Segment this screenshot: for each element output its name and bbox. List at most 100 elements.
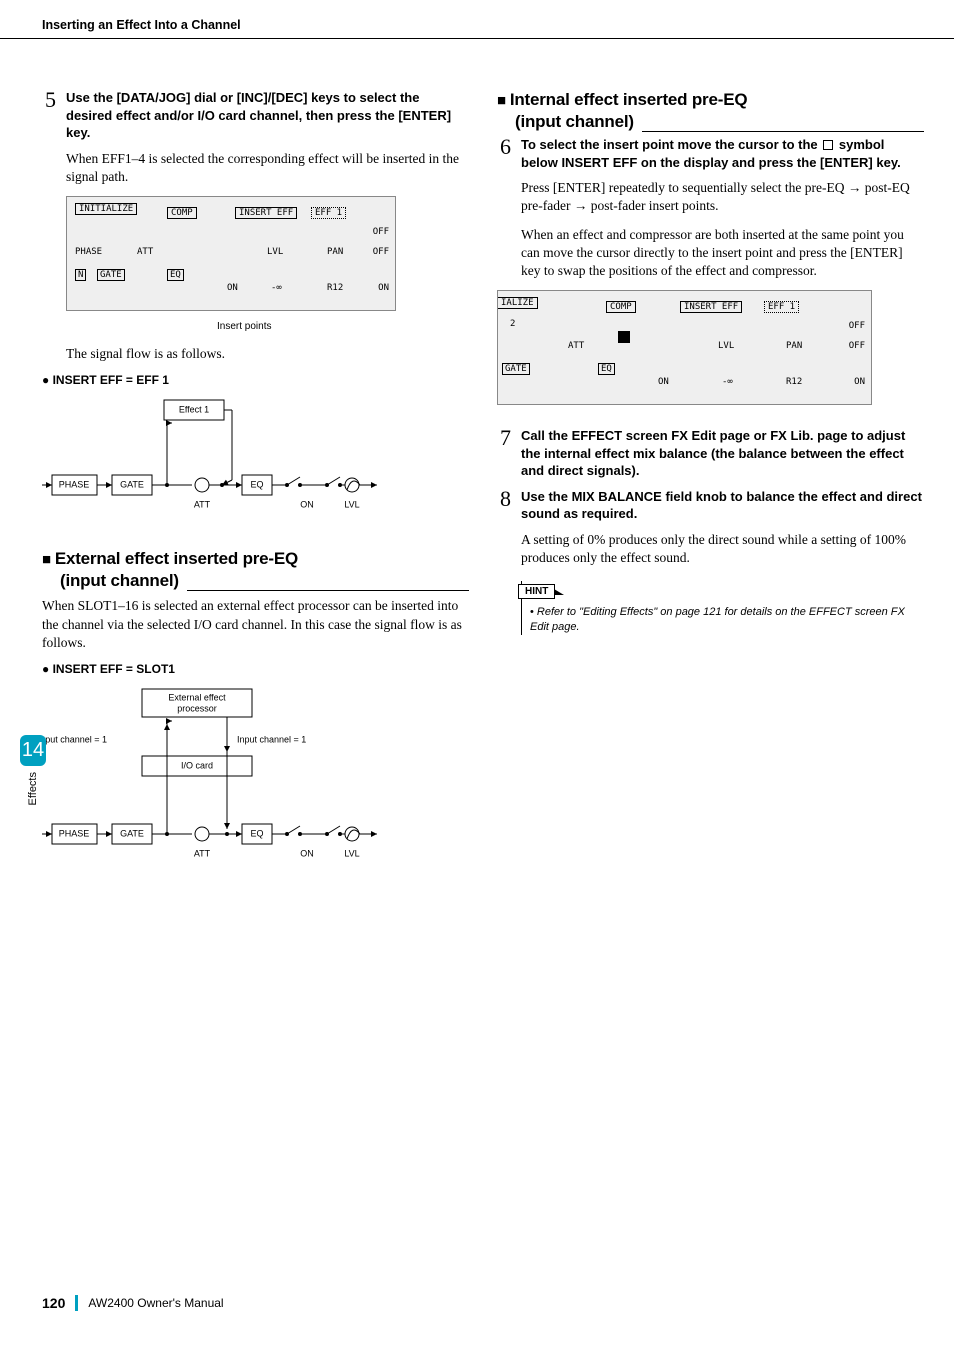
flow-diagram-1: Effect 1 PHASE GATE EQ ATT ON LVL — [42, 395, 382, 520]
lcd-label: GATE — [97, 269, 125, 281]
lcd-label: EQ — [598, 363, 615, 375]
insert-point-highlight — [618, 331, 630, 343]
label-on2: ON — [300, 848, 314, 858]
heading-line1: Internal effect inserted pre-EQ — [497, 89, 924, 111]
left-column: 5 Use the [DATA/JOG] dial or [INC]/[DEC]… — [42, 89, 469, 881]
block-effect: Effect 1 — [179, 405, 209, 415]
lcd-label: -∞ — [722, 377, 733, 387]
heading-rule — [642, 122, 924, 132]
step-number: 6 — [497, 136, 511, 171]
section-internal-heading: Internal effect inserted pre-EQ (input c… — [497, 89, 924, 132]
page-number: 120 — [42, 1295, 65, 1311]
block-ext2: processor — [177, 703, 217, 713]
lcd-label: EFF 1 — [311, 207, 346, 219]
step-5: 5 Use the [DATA/JOG] dial or [INC]/[DEC]… — [42, 89, 469, 142]
label-lvl2: LVL — [344, 848, 359, 858]
label-lvl: LVL — [344, 500, 359, 510]
label-att: ATT — [194, 500, 211, 510]
hint-text: Refer to "Editing Effects" on page 121 f… — [530, 605, 924, 635]
chapter-number: 14 — [20, 735, 46, 766]
lcd-label: COMP — [606, 301, 636, 313]
block-eq2: EQ — [250, 828, 263, 838]
lcd-label: PHASE — [75, 247, 102, 257]
lcd-label: INITIALIZE — [75, 203, 137, 215]
hint-label: HINT — [518, 584, 555, 599]
heading-rule — [187, 581, 469, 591]
screenshot-callout: Insert points — [217, 321, 271, 332]
lcd-label: INSERT EFF — [235, 207, 297, 219]
lcd-label: R12 — [786, 377, 802, 387]
step8-body: A setting of 0% produces only the direct… — [521, 531, 924, 567]
block-phase2: PHASE — [59, 828, 90, 838]
lcd-label: ON — [378, 283, 389, 293]
lcd-label: ATT — [568, 341, 584, 351]
heading-line2: (input channel) — [515, 111, 634, 132]
manual-title: AW2400 Owner's Manual — [88, 1296, 223, 1310]
section-external-body: When SLOT1–16 is selected an external ef… — [42, 597, 469, 652]
step-instruction: To select the insert point move the curs… — [521, 136, 924, 171]
lcd-screenshot-2: IALIZE COMP INSERT EFF EFF 1 2 ATT LVL P… — [497, 290, 872, 405]
page-body: 5 Use the [DATA/JOG] dial or [INC]/[DEC]… — [0, 39, 954, 881]
flow1-heading: INSERT EFF = EFF 1 — [42, 373, 469, 387]
header-breadcrumb: Inserting an Effect Into a Channel — [0, 0, 954, 39]
lcd-label: PAN — [327, 247, 343, 257]
lcd-label: OFF — [849, 341, 865, 351]
step-5-body: When EFF1–4 is selected the correspondin… — [66, 150, 469, 186]
chapter-title: Effects — [27, 772, 39, 805]
step-6: 6 To select the insert point move the cu… — [497, 136, 924, 171]
lcd-label: OFF — [373, 247, 389, 257]
heading-line2: (input channel) — [60, 570, 179, 591]
lcd-label: INSERT EFF — [680, 301, 742, 313]
step-8: 8 Use the MIX BALANCE field knob to bala… — [497, 488, 924, 523]
page-footer: 120 AW2400 Owner's Manual — [42, 1295, 224, 1311]
block-phase: PHASE — [59, 480, 90, 490]
lcd-label: ATT — [137, 247, 153, 257]
block-ext1: External effect — [168, 692, 226, 702]
lcd-label: GATE — [502, 363, 530, 375]
step-number: 8 — [497, 488, 511, 523]
lcd-label: ON — [658, 377, 669, 387]
step-instruction: Use the [DATA/JOG] dial or [INC]/[DEC] k… — [66, 89, 469, 142]
section-external-heading: External effect inserted pre-EQ (input c… — [42, 548, 469, 591]
label-inch: Input channel = 1 — [237, 734, 306, 744]
lcd-label: ON — [854, 377, 865, 387]
label-outch: Output channel = 1 — [42, 734, 107, 744]
side-tab: 14 Effects — [20, 735, 46, 805]
lcd-label: COMP — [167, 207, 197, 219]
hint-box: HINT Refer to "Editing Effects" on page … — [521, 581, 924, 635]
lcd-label: 2 — [510, 319, 515, 329]
block-gate: GATE — [120, 480, 144, 490]
step-number: 5 — [42, 89, 56, 142]
step-instruction: Call the EFFECT screen FX Edit page or F… — [521, 427, 924, 480]
square-icon — [823, 140, 833, 150]
lcd-label: -∞ — [271, 283, 282, 293]
lcd-label: EQ — [167, 269, 184, 281]
lcd-label: PAN — [786, 341, 802, 351]
lcd-label: OFF — [849, 321, 865, 331]
lcd-label: R12 — [327, 283, 343, 293]
lcd-label: OFF — [373, 227, 389, 237]
label-att2: ATT — [194, 848, 211, 858]
block-io: I/O card — [181, 760, 213, 770]
lcd-screenshot-1: INITIALIZE COMP INSERT EFF EFF 1 PHASE A… — [66, 196, 396, 311]
block-gate2: GATE — [120, 828, 144, 838]
heading-line1: External effect inserted pre-EQ — [42, 548, 469, 570]
lcd-label: LVL — [267, 247, 283, 257]
lcd-label: ON — [227, 283, 238, 293]
step6-body1: Press [ENTER] repeatedly to sequentially… — [521, 179, 924, 215]
step6-pre: To select the insert point move the curs… — [521, 137, 821, 152]
step-7: 7 Call the EFFECT screen FX Edit page or… — [497, 427, 924, 480]
block-eq: EQ — [250, 480, 263, 490]
flow-diagram-2: External effect processor Output channel… — [42, 684, 382, 869]
lcd-label: IALIZE — [498, 297, 538, 309]
signal-flow-intro: The signal flow is as follows. — [66, 345, 469, 363]
footer-bar-icon — [75, 1295, 78, 1311]
step-number: 7 — [497, 427, 511, 480]
lcd-label: LVL — [718, 341, 734, 351]
flow2-heading: INSERT EFF = SLOT1 — [42, 662, 469, 676]
right-column: Internal effect inserted pre-EQ (input c… — [497, 89, 924, 881]
step6-body2: When an effect and compressor are both i… — [521, 226, 924, 281]
lcd-label: EFF 1 — [764, 301, 799, 313]
label-on: ON — [300, 500, 314, 510]
lcd-label: N — [75, 269, 86, 281]
